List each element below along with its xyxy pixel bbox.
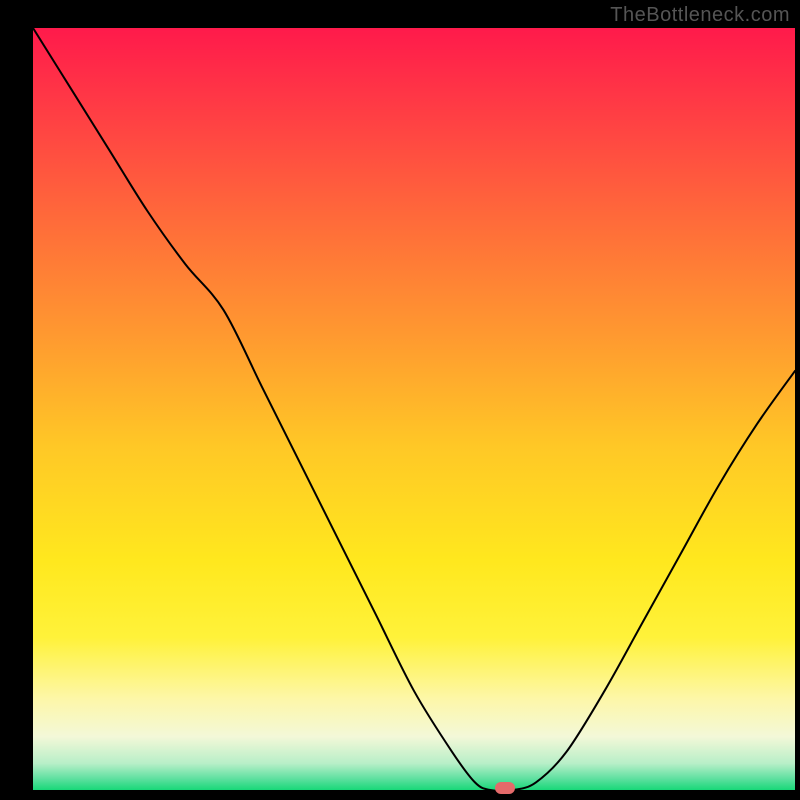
bottleneck-curve (33, 28, 795, 790)
watermark-text: TheBottleneck.com (610, 4, 790, 27)
curve-path (33, 28, 795, 790)
plot-area (33, 28, 795, 790)
optimal-point-marker (495, 782, 515, 794)
chart-frame: TheBottleneck.com (0, 0, 800, 800)
